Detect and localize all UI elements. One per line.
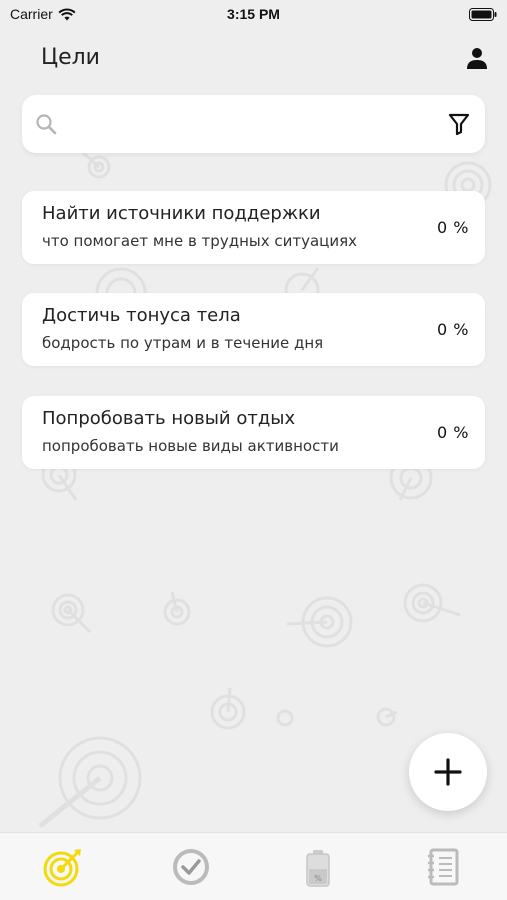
filter-icon[interactable] <box>447 112 471 136</box>
status-bar: Carrier 3:15 PM <box>0 0 507 30</box>
goal-card[interactable]: Попробовать новый отдых попробовать новы… <box>22 396 485 469</box>
notebook-icon <box>428 848 459 886</box>
goal-progress: 0 % <box>437 423 469 442</box>
goal-card[interactable]: Найти источники поддержки что помогает м… <box>22 191 485 264</box>
search-input[interactable] <box>68 109 428 139</box>
search-icon <box>36 114 57 135</box>
bg-target-icon <box>286 596 353 648</box>
bg-target-icon <box>276 709 294 727</box>
battery-icon <box>469 8 497 21</box>
status-time: 3:15 PM <box>227 6 280 22</box>
goal-title: Попробовать новый отдых <box>42 408 296 429</box>
tab-energy[interactable]: % <box>296 845 340 889</box>
goal-title: Достичь тонуса тела <box>42 305 241 326</box>
page-title: Цели <box>41 45 100 70</box>
goal-subtitle: попробовать новые виды активности <box>42 437 339 455</box>
bg-target-icon <box>376 707 398 727</box>
goal-title: Найти источники поддержки <box>42 203 321 224</box>
goal-subtitle: бодрость по утрам и в течение дня <box>42 334 324 352</box>
bg-target-icon <box>210 687 246 730</box>
bg-target-icon <box>163 591 191 626</box>
profile-icon[interactable] <box>465 46 489 70</box>
bg-target-icon <box>403 583 461 623</box>
goal-progress: 0 % <box>437 320 469 339</box>
bg-target-icon <box>38 736 142 828</box>
check-circle-icon <box>173 849 209 885</box>
search-bar <box>22 95 485 153</box>
add-goal-button[interactable] <box>409 733 487 811</box>
battery-percent-icon: % <box>306 850 330 887</box>
tab-progress[interactable] <box>169 845 213 889</box>
goal-subtitle: что помогает мне в трудных ситуациях <box>42 232 358 250</box>
svg-text:%: % <box>314 874 322 883</box>
tab-journal[interactable] <box>421 845 465 889</box>
bg-target-icon <box>51 593 92 634</box>
tab-goals[interactable] <box>41 845 85 889</box>
goal-progress: 0 % <box>437 218 469 237</box>
plus-icon <box>434 758 462 786</box>
target-icon <box>43 849 81 887</box>
tab-bar: % <box>0 832 507 900</box>
goal-card[interactable]: Достичь тонуса тела бодрость по утрам и … <box>22 293 485 366</box>
bg-target-icon <box>78 148 111 179</box>
